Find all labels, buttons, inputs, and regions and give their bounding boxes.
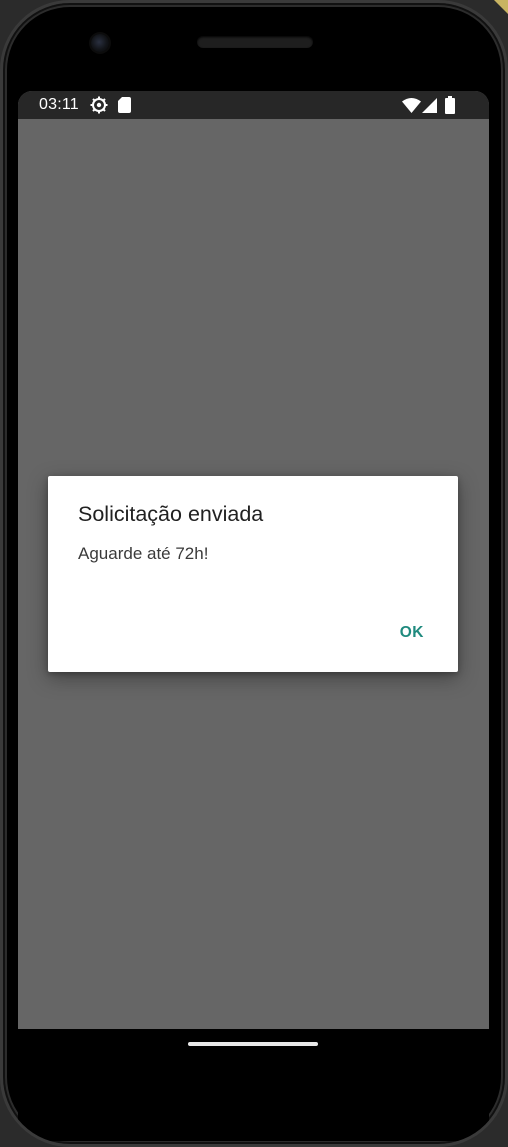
sd-card-icon xyxy=(118,97,131,113)
battery-icon xyxy=(445,96,455,114)
status-bar: 03:11 xyxy=(18,91,489,119)
ok-button[interactable]: OK xyxy=(396,622,428,644)
status-time: 03:11 xyxy=(39,96,79,113)
home-gesture-handle[interactable] xyxy=(188,1042,318,1046)
alert-dialog: Solicitação enviada Aguarde até 72h! OK xyxy=(48,476,458,672)
dialog-title: Solicitação enviada xyxy=(78,502,264,526)
front-camera xyxy=(91,34,109,52)
earpiece-speaker xyxy=(197,36,313,48)
device-screen: 03:11 Solicitação enviada Aguarde até 72… xyxy=(18,91,489,1029)
phone-frame: 03:11 Solicitação enviada Aguarde até 72… xyxy=(0,0,508,1147)
settings-gear-icon xyxy=(90,96,108,114)
dialog-message: Aguarde até 72h! xyxy=(78,544,209,563)
navigation-bar xyxy=(18,1029,489,1141)
wifi-icon xyxy=(402,98,421,113)
cellular-signal-icon xyxy=(422,98,437,113)
window-corner-accent xyxy=(494,0,508,14)
